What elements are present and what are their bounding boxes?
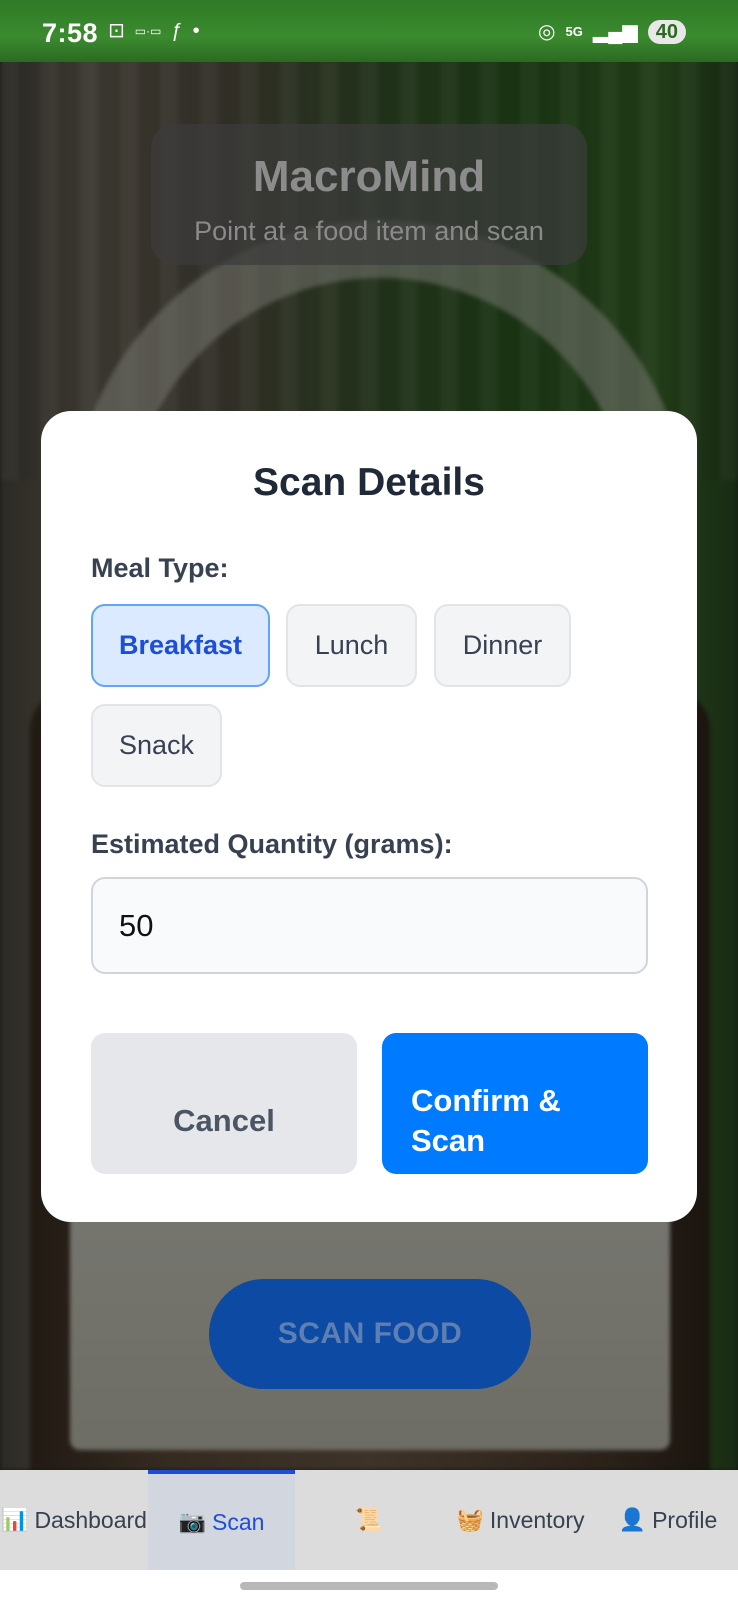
bar-chart-icon: 📊 [1,1507,29,1532]
confirm-button-label-line1: Confirm & [411,1082,561,1118]
nav-label-profile: Profile [652,1506,718,1533]
camera-icon: 📷 [178,1509,206,1534]
battery-indicator: 40 [647,20,686,44]
status-icons-right: ◎ 5G ▂▄▆ 40 [538,20,686,44]
modal-title: Scan Details [253,461,485,504]
quantity-input[interactable] [91,877,648,974]
nav-item-dashboard[interactable]: 📊 Dashboard [0,1470,148,1570]
app-notification-icon: ƒ [171,20,183,42]
status-icons-left: ⊡ ▭·▭ ƒ • [108,20,200,42]
status-time: 7:58 [42,18,99,48]
meal-option-lunch[interactable]: Lunch [286,604,417,687]
scan-details-modal: Scan Details Meal Type: Breakfast Lunch … [41,411,697,1222]
confirm-button-label-line2: Scan [411,1122,486,1158]
bottom-nav: 📊 Dashboard 📷 Scan 📜 🧺 Inventory 👤 Profi… [0,1470,738,1570]
signal-icon: ▂▄▆ [592,21,638,43]
confirm-scan-button[interactable]: Confirm & Scan [382,1033,648,1174]
network-type-icon: 5G [565,24,583,39]
gesture-navigation-area [0,1570,738,1600]
scroll-icon: 📜 [355,1507,383,1532]
quantity-label: Estimated Quantity (grams): [91,829,453,859]
basket-icon: 🧺 [456,1507,484,1532]
meal-option-snack[interactable]: Snack [91,704,222,787]
meal-option-breakfast[interactable]: Breakfast [91,604,270,687]
screenshot-icon: ⊡ [108,20,125,42]
nav-label-inventory: Inventory [489,1506,585,1533]
status-bar: 7:58 ⊡ ▭·▭ ƒ • ◎ 5G ▂▄▆ 40 [0,0,738,62]
nav-item-inventory[interactable]: 🧺 Inventory [443,1470,598,1570]
app-title: MacroMind [252,152,486,201]
app-subtitle: Point at a food item and scan [194,216,544,246]
home-gesture-bar[interactable] [240,1582,498,1590]
hotspot-icon: ◎ [538,21,556,43]
nav-item-scan[interactable]: 📷 Scan [148,1470,295,1570]
scan-food-button[interactable]: SCAN FOOD [209,1279,531,1389]
nav-label-dashboard: Dashboard [34,1506,147,1533]
app-header: MacroMind Point at a food item and scan [151,124,587,265]
user-icon: 👤 [618,1507,647,1532]
meal-type-label: Meal Type: [91,553,229,583]
cancel-button-label: Cancel [173,1102,275,1138]
nav-item-profile[interactable]: 👤 Profile [598,1470,738,1570]
meal-option-dinner[interactable]: Dinner [434,604,571,687]
cancel-button[interactable]: Cancel [91,1033,357,1174]
notification-dot-icon: • [192,20,200,42]
data-usage-icon: ▭·▭ [134,24,162,38]
nav-label-scan: Scan [211,1508,265,1535]
nav-item-log[interactable]: 📜 [295,1470,443,1570]
